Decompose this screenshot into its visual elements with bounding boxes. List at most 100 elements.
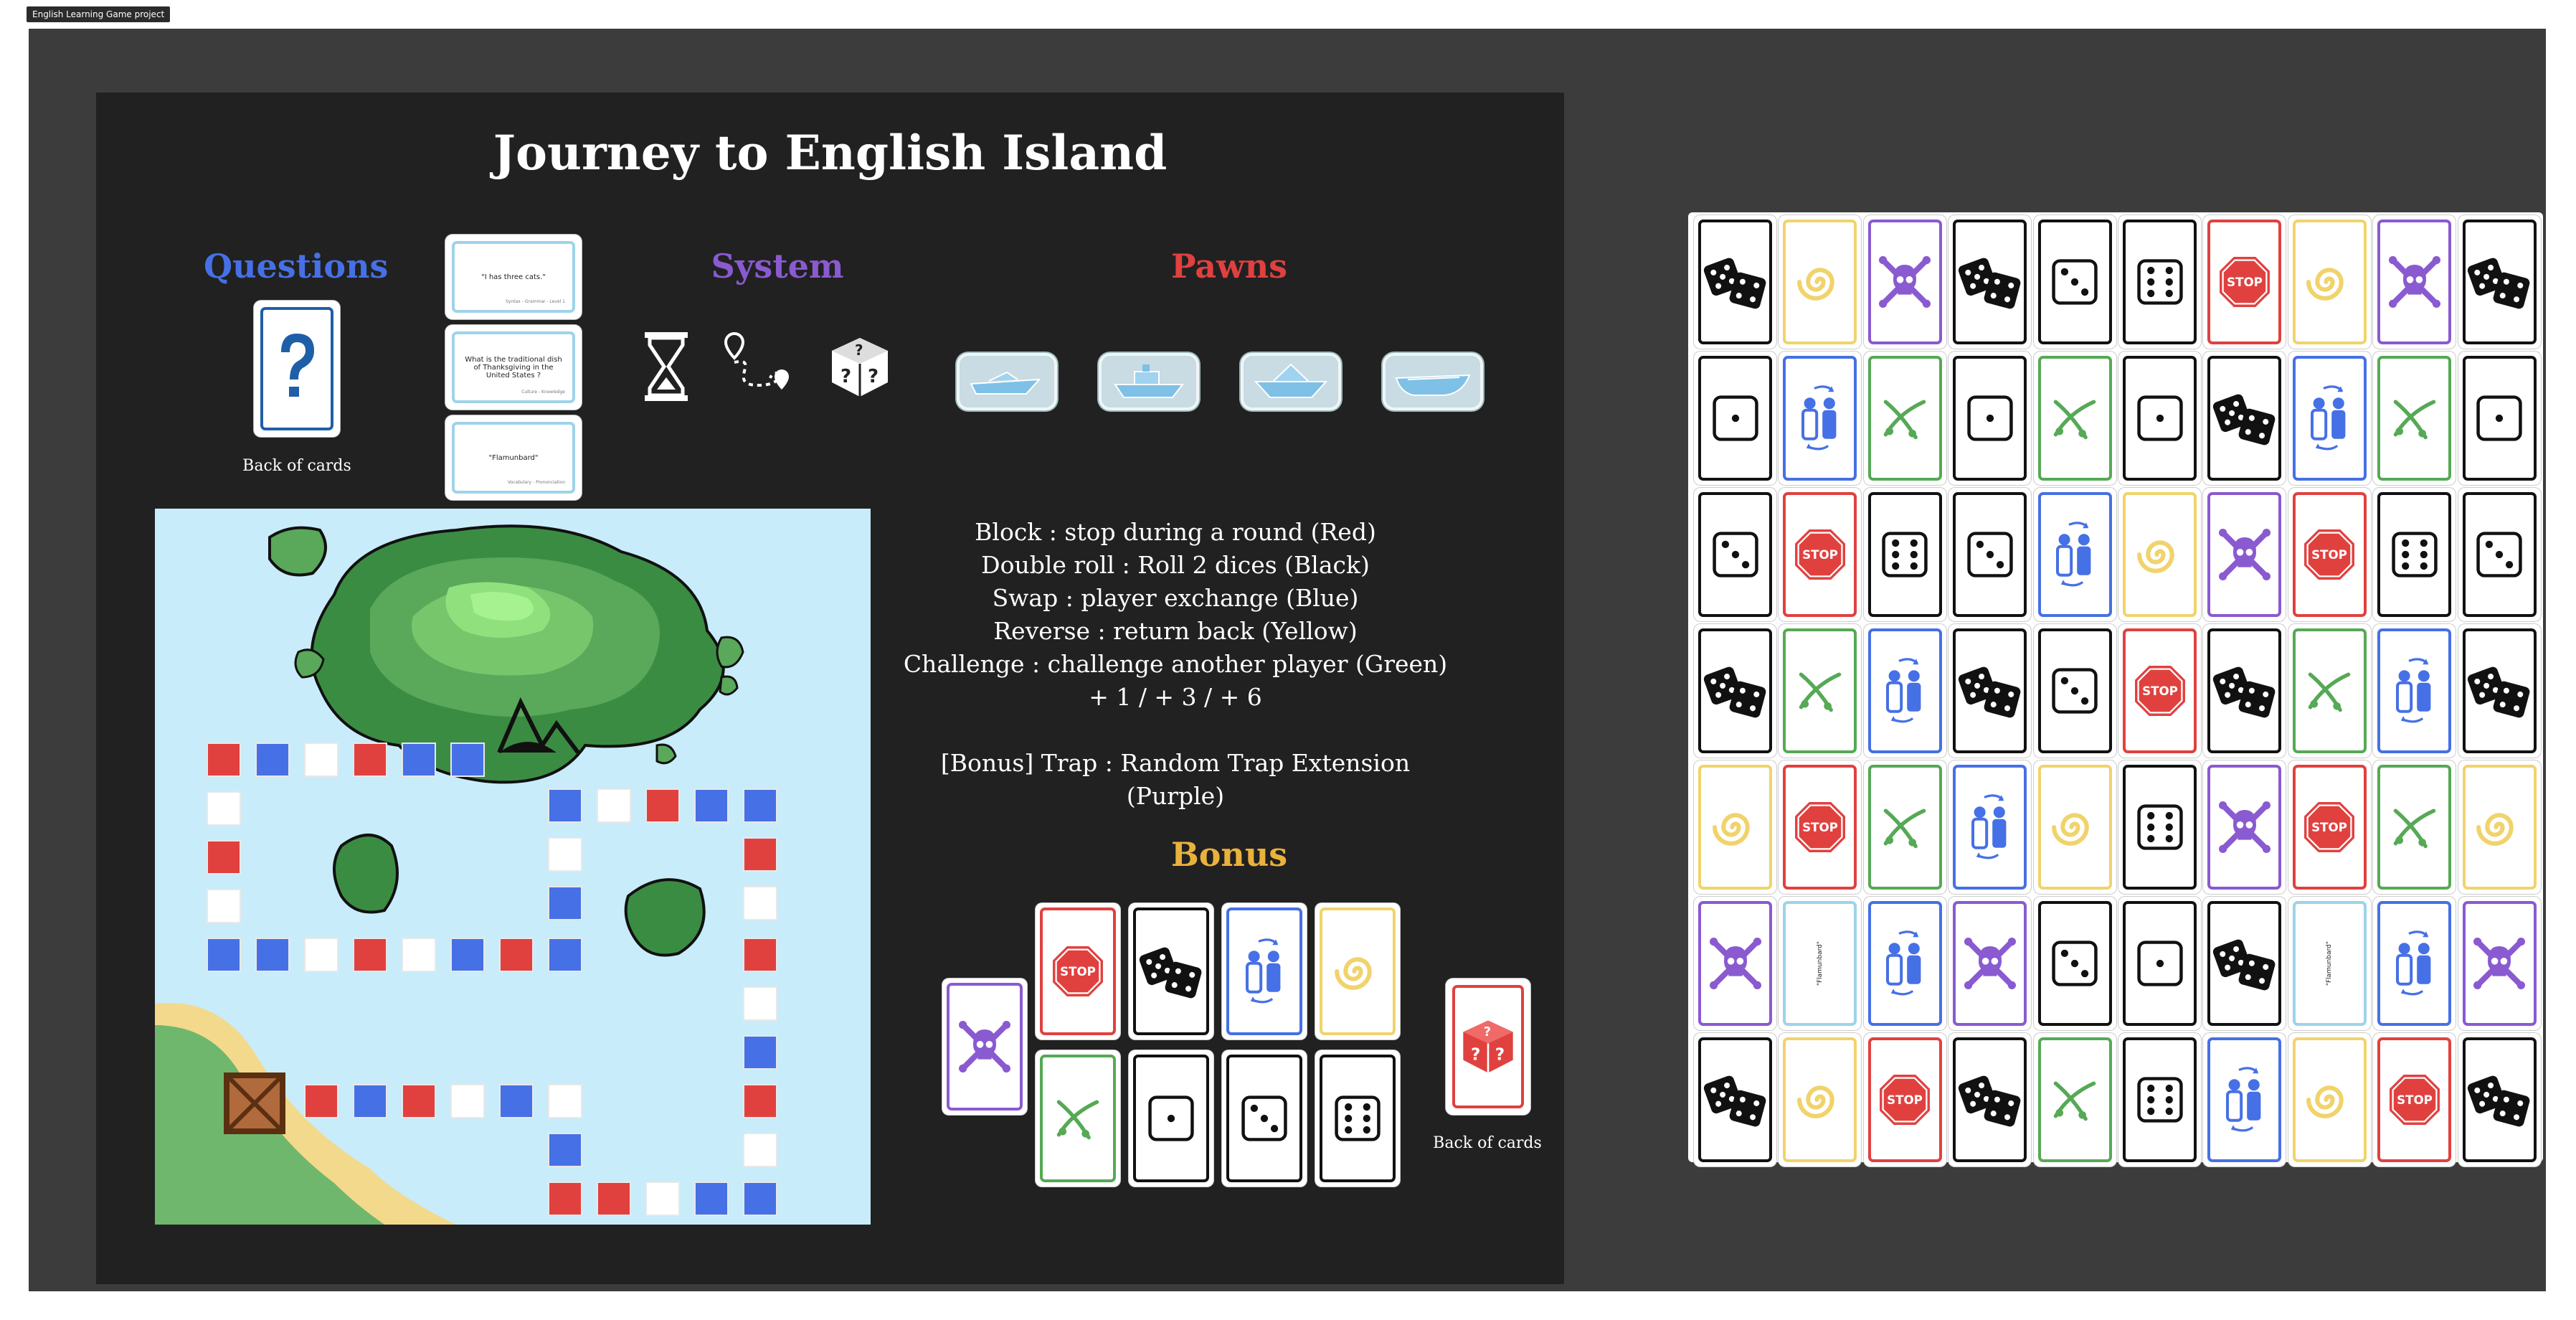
question-card-3[interactable]: "Flamunbard" Vocabulary - Prononciation xyxy=(445,415,582,500)
game-card-dice2[interactable] xyxy=(1948,1033,2032,1166)
game-card-swords[interactable] xyxy=(1779,624,1862,758)
game-card-one[interactable] xyxy=(2458,352,2541,485)
game-card-swords[interactable] xyxy=(2033,352,2116,485)
card-face xyxy=(1867,901,1942,1026)
game-card-swirl[interactable] xyxy=(2118,488,2201,621)
pawn-ship[interactable] xyxy=(1099,353,1199,410)
game-card-dice2[interactable] xyxy=(2203,352,2286,485)
swirl-icon xyxy=(2302,1072,2357,1127)
game-card-swirl[interactable] xyxy=(1779,215,1862,349)
dice2-icon xyxy=(1958,662,2022,720)
game-card-swords[interactable] xyxy=(2033,1033,2116,1166)
svg-text:STOP: STOP xyxy=(2311,820,2347,834)
game-card-stop[interactable]: STOP xyxy=(2118,624,2201,758)
game-card-three[interactable] xyxy=(1694,488,1776,621)
board-square xyxy=(548,837,582,872)
game-card-stop[interactable]: STOP xyxy=(2373,1033,2456,1166)
game-card-one[interactable] xyxy=(2118,897,2201,1030)
game-card-six[interactable] xyxy=(2118,215,2201,349)
game-card-three[interactable] xyxy=(1948,488,2032,621)
game-card-six[interactable] xyxy=(1863,488,1946,621)
game-card-dice2[interactable] xyxy=(1948,624,2032,758)
bonus-card-six[interactable] xyxy=(1315,1050,1400,1187)
bonus-card-skull[interactable] xyxy=(942,979,1027,1115)
bonus-card-dice2[interactable] xyxy=(1129,903,1213,1040)
game-card-swords[interactable] xyxy=(2373,352,2456,485)
game-card-dice2[interactable] xyxy=(2458,624,2541,758)
game-card-stop[interactable]: STOP xyxy=(1863,1033,1946,1166)
game-card-stop[interactable]: STOP xyxy=(1779,760,1862,894)
game-card-dice2[interactable] xyxy=(1694,215,1776,349)
game-card-three[interactable] xyxy=(2033,215,2116,349)
game-card-flam[interactable]: "Flamunbard" xyxy=(2288,897,2371,1030)
game-card-three[interactable] xyxy=(2458,488,2541,621)
game-card-one[interactable] xyxy=(1694,352,1776,485)
game-card-swirl[interactable] xyxy=(2458,760,2541,894)
question-card-2[interactable]: What is the traditional dish of Thanksgi… xyxy=(445,325,582,410)
bonus-card-swords[interactable] xyxy=(1036,1050,1120,1187)
game-card-six[interactable] xyxy=(2118,1033,2201,1166)
game-card-swirl[interactable] xyxy=(2033,760,2116,894)
bonus-card-one[interactable] xyxy=(1129,1050,1213,1187)
game-card-one[interactable] xyxy=(2118,352,2201,485)
game-card-swap[interactable] xyxy=(2288,352,2371,485)
game-card-swords[interactable] xyxy=(1863,352,1946,485)
game-card-three[interactable] xyxy=(2033,897,2116,1030)
game-card-six[interactable] xyxy=(2373,488,2456,621)
game-card-six[interactable] xyxy=(2118,760,2201,894)
bonus-card-stop[interactable]: STOP xyxy=(1036,903,1120,1040)
three-icon xyxy=(1241,1095,1287,1141)
game-card-dice2[interactable] xyxy=(2458,215,2541,349)
game-card-stop[interactable]: STOP xyxy=(1779,488,1862,621)
question-dice-icon: ??? xyxy=(1463,1020,1513,1073)
game-card-swap[interactable] xyxy=(2203,1033,2286,1166)
game-card-swap[interactable] xyxy=(2373,897,2456,1030)
game-card-swap[interactable] xyxy=(2373,624,2456,758)
question-card-1[interactable]: "I has three cats." Syntax - Grammar - Le… xyxy=(445,235,582,319)
game-card-dice2[interactable] xyxy=(1694,624,1776,758)
board-square xyxy=(743,788,777,823)
game-card-swirl[interactable] xyxy=(1694,760,1776,894)
pawn-speedboat[interactable] xyxy=(957,353,1057,410)
game-card-one[interactable] xyxy=(1948,352,2032,485)
pawn-rowboat[interactable] xyxy=(1383,353,1483,410)
game-card-swords[interactable] xyxy=(2373,760,2456,894)
bonus-card-swap[interactable] xyxy=(1222,903,1307,1040)
game-card-flam[interactable]: "Flamunbard" xyxy=(1779,897,1862,1030)
game-card-dice2[interactable] xyxy=(1694,1033,1776,1166)
dice2-icon xyxy=(1703,662,1768,720)
game-card-swap[interactable] xyxy=(1863,897,1946,1030)
game-card-swap[interactable] xyxy=(1779,352,1862,485)
swap-icon xyxy=(1791,384,1849,453)
game-card-skull[interactable] xyxy=(2203,488,2286,621)
game-card-stop[interactable]: STOP xyxy=(2288,488,2371,621)
card-face xyxy=(1953,1037,2027,1162)
game-card-swirl[interactable] xyxy=(1779,1033,1862,1166)
game-card-skull[interactable] xyxy=(1948,897,2032,1030)
game-card-stop[interactable]: STOP xyxy=(2288,760,2371,894)
game-card-skull[interactable] xyxy=(1694,897,1776,1030)
game-card-swap[interactable] xyxy=(2033,488,2116,621)
game-card-dice2[interactable] xyxy=(1948,215,2032,349)
game-card-skull[interactable] xyxy=(2373,215,2456,349)
game-card-stop[interactable]: STOP xyxy=(2203,215,2286,349)
game-card-skull[interactable] xyxy=(1863,215,1946,349)
game-card-skull[interactable] xyxy=(2203,760,2286,894)
game-card-dice2[interactable] xyxy=(2458,1033,2541,1166)
project-tab[interactable]: English Learning Game project xyxy=(27,6,171,22)
game-card-swirl[interactable] xyxy=(2288,215,2371,349)
pawn-paper-boat[interactable] xyxy=(1241,353,1341,410)
question-card-back[interactable] xyxy=(254,301,340,437)
game-card-swap[interactable] xyxy=(1948,760,2032,894)
game-card-skull[interactable] xyxy=(2458,897,2541,1030)
game-card-dice2[interactable] xyxy=(2203,624,2286,758)
bonus-card-back[interactable]: ??? xyxy=(1446,979,1530,1115)
bonus-card-swirl[interactable] xyxy=(1315,903,1400,1040)
game-card-swirl[interactable] xyxy=(2288,1033,2371,1166)
game-card-swords[interactable] xyxy=(2288,624,2371,758)
game-card-swords[interactable] xyxy=(1863,760,1946,894)
bonus-card-three[interactable] xyxy=(1222,1050,1307,1187)
game-card-swap[interactable] xyxy=(1863,624,1946,758)
game-card-dice2[interactable] xyxy=(2203,897,2286,1030)
game-card-three[interactable] xyxy=(2033,624,2116,758)
